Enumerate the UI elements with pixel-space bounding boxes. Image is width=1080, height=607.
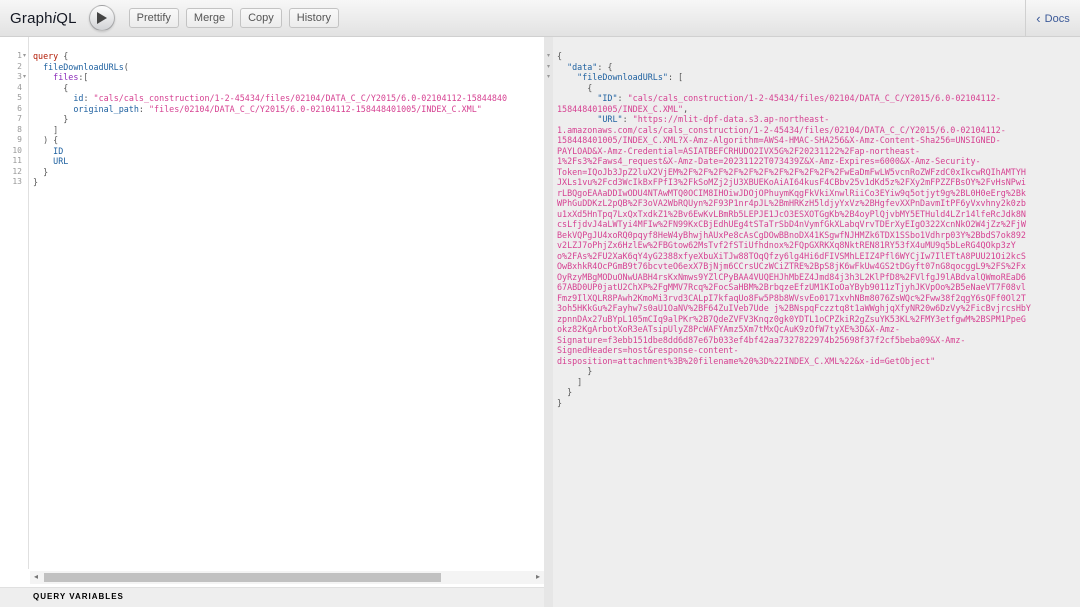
- query-argument-name: files: [53, 72, 79, 82]
- result-url-value: v2LZJ7oPhjZx6HzlEw%2FBGtow62MsTvf2fSTiUf…: [557, 240, 1016, 250]
- result-url-value: rLBQgoEAAaDDIwODU4NTAwMTQ0OCIM8IHOiwJDOj…: [557, 187, 1026, 198]
- app-title: GraphiQL: [10, 9, 77, 27]
- toolbar: GraphiQL Prettify Merge Copy History ‹ D…: [0, 0, 1080, 37]
- scroll-right-icon[interactable]: ▸: [536, 572, 540, 581]
- result-url-value: OwBxhkR4OcPGmB9t76bcvteO6exX7BjNjm6CCrsU…: [557, 261, 1026, 271]
- result-url-value: OyRzyMBgMODuONwUABH4rsKxNmws9YZlCPyBAA4V…: [557, 271, 1026, 282]
- result-url-value: Token=IQoJb3JpZ2luX2VjEM%2F%2F%2F%2F%2F%…: [557, 166, 1026, 177]
- query-editor[interactable]: 1 2 3 4 5 6 7 8 9 10 11 12 13 ▾ ▾ query …: [0, 37, 544, 587]
- result-json: { "data": { "fileDownloadURLs": [ { "ID"…: [557, 51, 1031, 408]
- result-data-key: "data": [567, 61, 598, 72]
- result-id-value: "cals/cals_construction/1-2-45434/files/…: [627, 93, 1001, 103]
- merge-button[interactable]: Merge: [185, 8, 234, 28]
- result-url-value: Signature=f3ebb151dbe8dd6d87e67b033ef4bf…: [557, 334, 966, 345]
- query-id-key: id: [73, 93, 84, 103]
- line-number: 9: [17, 135, 22, 144]
- copy-button[interactable]: Copy: [240, 8, 282, 28]
- fold-arrow-icon[interactable]: ▾: [547, 63, 550, 70]
- execute-query-button[interactable]: [88, 5, 115, 31]
- line-number: 3: [17, 72, 22, 81]
- scroll-left-icon[interactable]: ◂: [34, 572, 38, 581]
- fold-arrow-icon[interactable]: ▾: [547, 73, 550, 80]
- fold-arrow-icon[interactable]: ▾: [547, 52, 550, 59]
- query-select-field: URL: [53, 156, 69, 166]
- result-url-value: 1%2Fs3%2Faws4_request&X-Amz-Date=2023112…: [557, 156, 981, 166]
- line-number: 13: [12, 177, 22, 186]
- query-path-value: "files/02104/DATA_C_C/Y2015/6.0-02104112…: [149, 103, 482, 114]
- line-number: 6: [17, 103, 22, 113]
- line-number-gutter: 1 2 3 4 5 6 7 8 9 10 11 12 13 ▾ ▾: [0, 37, 29, 569]
- fold-arrow-icon[interactable]: ▾: [23, 52, 26, 59]
- line-number: 2: [17, 61, 22, 71]
- line-number: 7: [17, 114, 22, 123]
- result-field-key: "fileDownloadURLs": [577, 72, 668, 82]
- result-url-value: okz82KgArbotXoR3eATsipUlyZ8PcWAFYAmz5Xm7…: [557, 324, 900, 334]
- result-url-value: zpnnDAx27uBYpL105mCIq9alPKr%2B7QdeZVFV3K…: [557, 313, 1026, 324]
- play-icon: [97, 12, 108, 24]
- result-url-value: "https://mlit-dpf-data.s3.ap-northeast-: [632, 114, 830, 124]
- prettify-button[interactable]: Prettify: [128, 8, 179, 28]
- horizontal-scrollbar[interactable]: ◂ ▸: [30, 571, 544, 584]
- line-number: 1: [17, 51, 22, 60]
- result-url-value: JXLs1vu%2Fcd3WcIkBxFPfI3%2FkSoMZj2jU3XBU…: [557, 177, 1026, 187]
- result-url-value: SignedHeaders=host&response-content-: [557, 345, 739, 355]
- line-number: 10: [12, 145, 22, 155]
- query-select-field: ID: [53, 145, 64, 156]
- result-url-value: 3oh5HKkGu%2Fayhw7s0aU1OaNV%2BF64ZuIVeb7U…: [557, 303, 1031, 313]
- result-url-value: 67ABD0UP0jatU2ChXP%2FgMMV7Rcq%2FocSaHBM%…: [557, 282, 1026, 292]
- line-number: 4: [17, 82, 22, 92]
- query-code[interactable]: query { fileDownloadURLs( files:[ { id: …: [33, 51, 542, 188]
- chevron-left-icon: ‹: [1036, 11, 1041, 26]
- history-button[interactable]: History: [288, 8, 340, 28]
- result-url-value: PAYLOAD&X-Amz-Credential=ASIATBEFCRHUDO2…: [557, 145, 921, 156]
- result-url-value: WPhGuDDKzL2pQB%2F3oVA2WbRQUyn%2F93P1nr4p…: [557, 198, 1026, 208]
- line-number: 12: [12, 166, 22, 176]
- scrollbar-thumb[interactable]: [44, 573, 441, 582]
- line-number: 5: [17, 93, 22, 102]
- result-id-value: 158448401005/INDEX_C.XML": [557, 103, 684, 114]
- result-url-value: 158448401005/INDEX_C.XML?X-Amz-Algorithm…: [557, 135, 1001, 145]
- result-url-value: u1xXd5HnTpq7LxQxTxdkZ1%2Bv6EwKvLBmRb5LEP…: [557, 208, 1026, 219]
- result-url-value: disposition=attachment%3B%20filename%20%…: [557, 355, 936, 366]
- query-keyword: query: [33, 51, 59, 61]
- docs-button[interactable]: ‹ Docs: [1025, 0, 1080, 37]
- result-id-key: "ID": [597, 93, 618, 103]
- query-field-name: fileDownloadURLs: [43, 61, 124, 72]
- line-number: 11: [12, 156, 22, 165]
- query-path-key: original_path: [73, 103, 139, 114]
- result-url-value: BekVQPgJU4xoRQ0pqyf8HeW4yBhwjhAUxPe8cAsC…: [557, 229, 1026, 240]
- result-url-key: "URL": [597, 114, 623, 124]
- result-url-value: Fmz9IlXQLR8PAwh2KmoMi3rvd3CALpI7kfaqUo8F…: [557, 292, 1026, 303]
- fold-arrow-icon[interactable]: ▾: [23, 73, 26, 80]
- result-pane: ▾ ▾ ▾ { "data": { "fileDownloadURLs": [ …: [547, 37, 1080, 607]
- query-variables-toggle[interactable]: QUERY VARIABLES: [0, 587, 544, 607]
- result-url-value: 1.amazonaws.com/cals/cals_construction/1…: [557, 124, 1006, 135]
- docs-label: Docs: [1044, 12, 1070, 25]
- line-number: 8: [17, 124, 22, 134]
- result-url-value: csLfjdvJ4aLWTyi4MFIw%2FN99KxCBjEdhUEg4tS…: [557, 219, 1026, 229]
- pane-divider[interactable]: [544, 37, 553, 607]
- query-id-value: "cals/cals_construction/1-2-45434/files/…: [93, 93, 507, 103]
- result-url-value: o%2FAs%2FU2XaK6qY4yG2388xfyeXbuXiTJw88TO…: [557, 250, 1026, 261]
